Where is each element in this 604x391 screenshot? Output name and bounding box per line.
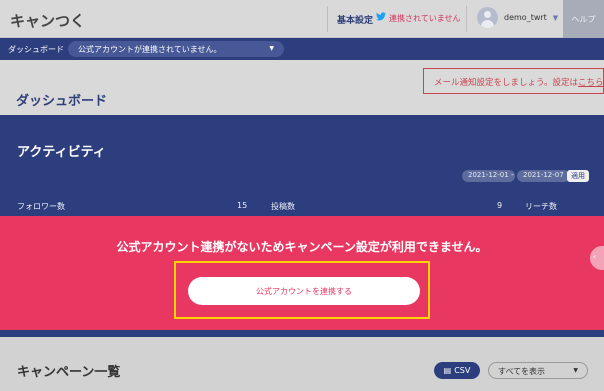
document-icon: ▤ [443, 366, 452, 375]
csv-button-label: CSV [454, 366, 471, 375]
followers-value: 15 [237, 201, 248, 210]
caret-down-icon: ▼ [269, 45, 274, 52]
dashboard-header: ダッシュボード メール通知設定をしましょう。設定はこちら [0, 60, 604, 115]
apply-button[interactable]: 適用 [567, 170, 589, 182]
activity-title: アクティビティ [17, 145, 106, 160]
top-bar: キャンつく 基本設定 連携されていません demo_twrt ▼ ヘルプ [0, 0, 604, 38]
posts-label: 投稿数 [271, 202, 295, 211]
twitter-icon [376, 12, 386, 24]
overlay-message: 公式アカウント連携がないためキャンペーン設定が利用できません。 [116, 240, 488, 254]
divider [466, 6, 467, 32]
account-select-value: 公式アカウントが連携されていません。 [78, 45, 222, 54]
campaign-section: キャンペーン一覧 ▤ CSV すべてを表示 ▼ [0, 337, 604, 391]
app-logo[interactable]: キャンつく [10, 10, 85, 31]
campaign-filter-select[interactable]: すべてを表示 ▼ [488, 362, 588, 379]
date-separator: - [511, 170, 514, 179]
email-notification-notice: メール通知設定をしましょう。設定はこちら [423, 68, 604, 94]
notice-text: メール通知設定をしましょう。設定は [434, 78, 578, 88]
breadcrumb: ダッシュボード [8, 45, 64, 54]
date-to-input[interactable]: 2021-12-07 [517, 170, 570, 182]
notice-settings-link[interactable]: こちら [578, 78, 604, 88]
twitter-status-text: 連携されていません [389, 13, 461, 23]
chevron-down-icon: ▼ [552, 13, 559, 22]
csv-download-button[interactable]: ▤ CSV [434, 362, 480, 379]
connect-account-button[interactable]: 公式アカウントを連携する [188, 277, 420, 305]
twitter-connection-status[interactable]: 連携されていません [376, 12, 461, 24]
section-divider [0, 330, 604, 337]
page-title: ダッシュボード [16, 94, 108, 109]
avatar [477, 7, 498, 28]
side-scroll-handle[interactable]: ‹ [590, 246, 604, 270]
highlight-box: 公式アカウントを連携する [174, 261, 430, 319]
caret-down-icon: ▼ [573, 367, 578, 374]
user-menu[interactable]: demo_twrt ▼ [477, 7, 558, 28]
connect-account-overlay: 公式アカウント連携がないためキャンペーン設定が利用できません。 公式アカウントを… [0, 216, 604, 330]
date-from-input[interactable]: 2021-12-01 [462, 170, 515, 182]
posts-value: 9 [497, 201, 503, 210]
account-select[interactable]: 公式アカウントが連携されていません。 ▼ [68, 41, 284, 57]
sub-navigation: ダッシュボード 公式アカウントが連携されていません。 ▼ [0, 38, 604, 60]
help-button[interactable]: ヘルプ [563, 0, 604, 38]
activity-section: アクティビティ 2021-12-01 - 2021-12-07 適用 フォロワー… [0, 115, 604, 216]
campaign-list-title: キャンペーン一覧 [17, 365, 121, 380]
chevron-left-icon: ‹ [593, 252, 597, 261]
username: demo_twrt [504, 13, 547, 22]
filter-select-value: すべてを表示 [498, 367, 545, 376]
basic-settings-link[interactable]: 基本設定 [337, 13, 373, 26]
followers-label: フォロワー数 [17, 202, 65, 211]
divider [327, 6, 328, 32]
reach-label: リーチ数 [525, 202, 557, 211]
